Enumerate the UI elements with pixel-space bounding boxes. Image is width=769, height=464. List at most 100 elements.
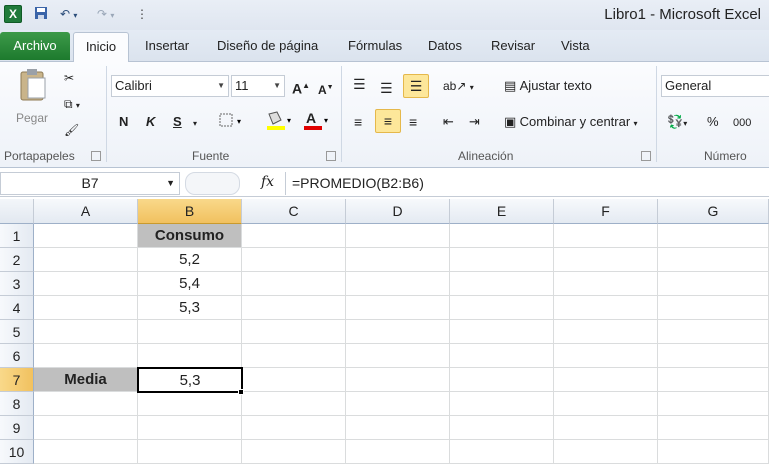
fill-color-icon[interactable]: ▾ (265, 110, 295, 136)
empty-cell[interactable] (658, 344, 769, 368)
font-launcher-icon[interactable] (326, 151, 336, 161)
align-left-icon[interactable]: ≡ (354, 114, 362, 130)
row-header-3[interactable]: 3 (0, 272, 34, 296)
empty-cell[interactable] (450, 248, 554, 272)
row-header-2[interactable]: 2 (0, 248, 34, 272)
empty-cell[interactable] (658, 224, 769, 248)
row-header-10[interactable]: 10 (0, 440, 34, 464)
empty-cell[interactable] (346, 368, 450, 392)
align-middle-icon[interactable]: ☰ (380, 80, 393, 96)
select-all-corner[interactable] (0, 199, 34, 224)
accounting-format-icon[interactable]: 💱▾ (667, 114, 687, 132)
empty-cell[interactable] (450, 224, 554, 248)
empty-cell[interactable] (34, 392, 138, 416)
empty-cell[interactable] (658, 320, 769, 344)
empty-cell[interactable] (658, 296, 769, 320)
paste-icon[interactable] (18, 68, 48, 106)
empty-cell[interactable] (450, 320, 554, 344)
shrink-font-icon[interactable]: A▼ (318, 80, 334, 98)
column-header-b[interactable]: B (138, 199, 242, 224)
empty-cell[interactable] (658, 272, 769, 296)
row-header-6[interactable]: 6 (0, 344, 34, 368)
clipboard-launcher-icon[interactable] (91, 151, 101, 161)
cell-a7[interactable]: Media (34, 368, 138, 392)
merge-center-button[interactable]: ▣ Combinar y centrar ▾ (504, 114, 638, 132)
empty-cell[interactable] (450, 416, 554, 440)
empty-cell[interactable] (658, 416, 769, 440)
empty-cell[interactable] (554, 368, 658, 392)
cell-b4[interactable]: 5,3 (138, 296, 242, 320)
empty-cell[interactable] (450, 368, 554, 392)
empty-cell[interactable] (242, 248, 346, 272)
format-painter-icon[interactable]: 🖌 (64, 122, 79, 138)
empty-cell[interactable] (346, 224, 450, 248)
row-header-8[interactable]: 8 (0, 392, 34, 416)
cell-b1[interactable]: Consumo (138, 224, 242, 248)
empty-cell[interactable] (34, 440, 138, 464)
empty-cell[interactable] (554, 392, 658, 416)
save-icon[interactable] (34, 6, 48, 22)
formula-input[interactable]: =PROMEDIO(B2:B6) (285, 172, 769, 195)
empty-cell[interactable] (346, 440, 450, 464)
borders-icon[interactable]: ▾ (218, 112, 246, 132)
empty-cell[interactable] (34, 320, 138, 344)
increase-indent-icon[interactable]: ⇥ (469, 114, 480, 130)
empty-cell[interactable] (554, 440, 658, 464)
cell-b3[interactable]: 5,4 (138, 272, 242, 296)
empty-cell[interactable] (138, 320, 242, 344)
redo-icon[interactable]: ↷ ▾ (97, 6, 114, 22)
empty-cell[interactable] (346, 272, 450, 296)
decrease-indent-icon[interactable]: ⇤ (443, 114, 454, 130)
empty-cell[interactable] (34, 272, 138, 296)
tab-datos[interactable]: Datos (428, 38, 462, 53)
font-name-select[interactable]: Calibri ▼ (111, 75, 229, 97)
align-bottom-icon[interactable]: ☰ (403, 74, 429, 98)
empty-cell[interactable] (346, 416, 450, 440)
empty-cell[interactable] (554, 272, 658, 296)
tab-diseno-de-pagina[interactable]: Diseño de página (217, 38, 318, 53)
empty-cell[interactable] (242, 344, 346, 368)
wrap-text-button[interactable]: ▤ Ajustar texto (504, 78, 592, 94)
copy-icon[interactable]: ⧉ ▾ (64, 96, 80, 114)
empty-cell[interactable] (138, 416, 242, 440)
column-header-d[interactable]: D (346, 199, 450, 224)
empty-cell[interactable] (34, 416, 138, 440)
italic-button[interactable]: K (146, 114, 155, 130)
orientation-icon[interactable]: ab↗ ▾ (443, 78, 474, 96)
excel-app-icon[interactable]: X (4, 5, 22, 23)
font-color-icon[interactable]: A ▾ (302, 110, 332, 136)
empty-cell[interactable] (346, 344, 450, 368)
chevron-down-icon[interactable]: ▾ (193, 116, 197, 132)
column-header-c[interactable]: C (242, 199, 346, 224)
empty-cell[interactable] (346, 320, 450, 344)
empty-cell[interactable] (34, 296, 138, 320)
empty-cell[interactable] (450, 344, 554, 368)
tab-formulas[interactable]: Fórmulas (348, 38, 402, 53)
paste-button-label[interactable]: Pegar (16, 110, 48, 126)
tab-inicio[interactable]: Inicio (73, 32, 129, 63)
empty-cell[interactable] (554, 296, 658, 320)
empty-cell[interactable] (34, 344, 138, 368)
empty-cell[interactable] (658, 392, 769, 416)
row-header-1[interactable]: 1 (0, 224, 34, 248)
empty-cell[interactable] (450, 296, 554, 320)
empty-cell[interactable] (450, 272, 554, 296)
tab-archivo[interactable]: Archivo (0, 32, 70, 60)
empty-cell[interactable] (658, 368, 769, 392)
empty-cell[interactable] (138, 392, 242, 416)
empty-cell[interactable] (346, 392, 450, 416)
column-header-g[interactable]: G (658, 199, 769, 224)
empty-cell[interactable] (554, 416, 658, 440)
cell-b2[interactable]: 5,2 (138, 248, 242, 272)
empty-cell[interactable] (242, 272, 346, 296)
insert-function-icon[interactable]: fx (261, 174, 274, 190)
fill-handle[interactable] (238, 389, 244, 395)
font-size-select[interactable]: 11 ▼ (231, 75, 285, 97)
bold-button[interactable]: N (119, 114, 128, 130)
row-header-7[interactable]: 7 (0, 368, 34, 392)
row-header-9[interactable]: 9 (0, 416, 34, 440)
percent-button[interactable]: % (707, 114, 719, 130)
column-header-e[interactable]: E (450, 199, 554, 224)
undo-icon[interactable]: ↶ ▾ (60, 6, 77, 22)
empty-cell[interactable] (242, 392, 346, 416)
